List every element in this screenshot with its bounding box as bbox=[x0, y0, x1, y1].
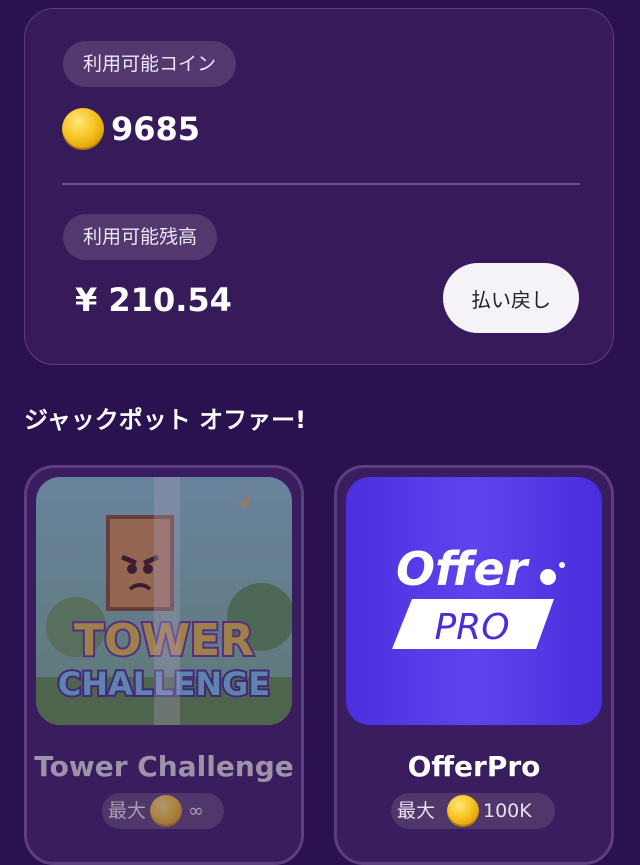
offerpro-logo: Offer PRO bbox=[346, 477, 602, 725]
offerpro-badge: PRO bbox=[434, 607, 509, 648]
reward-pill: 最大 ∞ bbox=[102, 793, 224, 829]
offer-name: Tower Challenge bbox=[34, 750, 294, 783]
available-coins-label: 利用可能コイン bbox=[63, 41, 237, 87]
tower-challenge-artwork: TOWER CHALLENGE bbox=[36, 477, 292, 725]
available-coins-value: 9685 bbox=[111, 110, 201, 148]
jackpot-offers-title: ジャックポット オファー! bbox=[24, 406, 307, 434]
reward-pill: 最大 100K bbox=[391, 793, 555, 829]
offerpro-wordmark: Offer bbox=[396, 542, 531, 596]
offer-name: OfferPro bbox=[407, 750, 541, 783]
coin-icon bbox=[447, 795, 479, 827]
available-balance-value: ¥ 210.54 bbox=[75, 281, 232, 319]
reward-value: 100K bbox=[483, 800, 532, 822]
coin-icon bbox=[150, 795, 182, 827]
offer-card-offerpro[interactable]: Offer PRO OfferPro 最大 100K bbox=[334, 465, 614, 865]
divider bbox=[62, 183, 580, 185]
available-balance-label: 利用可能残高 bbox=[63, 214, 218, 260]
coin-icon bbox=[62, 108, 104, 150]
offer-card-tower-challenge[interactable]: TOWER CHALLENGE Tower Challenge 最大 ∞ bbox=[24, 465, 304, 865]
reward-value: ∞ bbox=[188, 800, 204, 822]
offerpro-thumbnail: Offer PRO bbox=[346, 477, 602, 725]
reward-prefix: 最大 bbox=[397, 800, 436, 822]
refund-button[interactable]: 払い戻し bbox=[443, 263, 579, 333]
tower-challenge-thumbnail: TOWER CHALLENGE bbox=[36, 477, 292, 725]
balance-card: 利用可能コイン 9685 利用可能残高 ¥ 210.54 払い戻し bbox=[24, 8, 614, 365]
reward-prefix: 最大 bbox=[108, 800, 147, 822]
